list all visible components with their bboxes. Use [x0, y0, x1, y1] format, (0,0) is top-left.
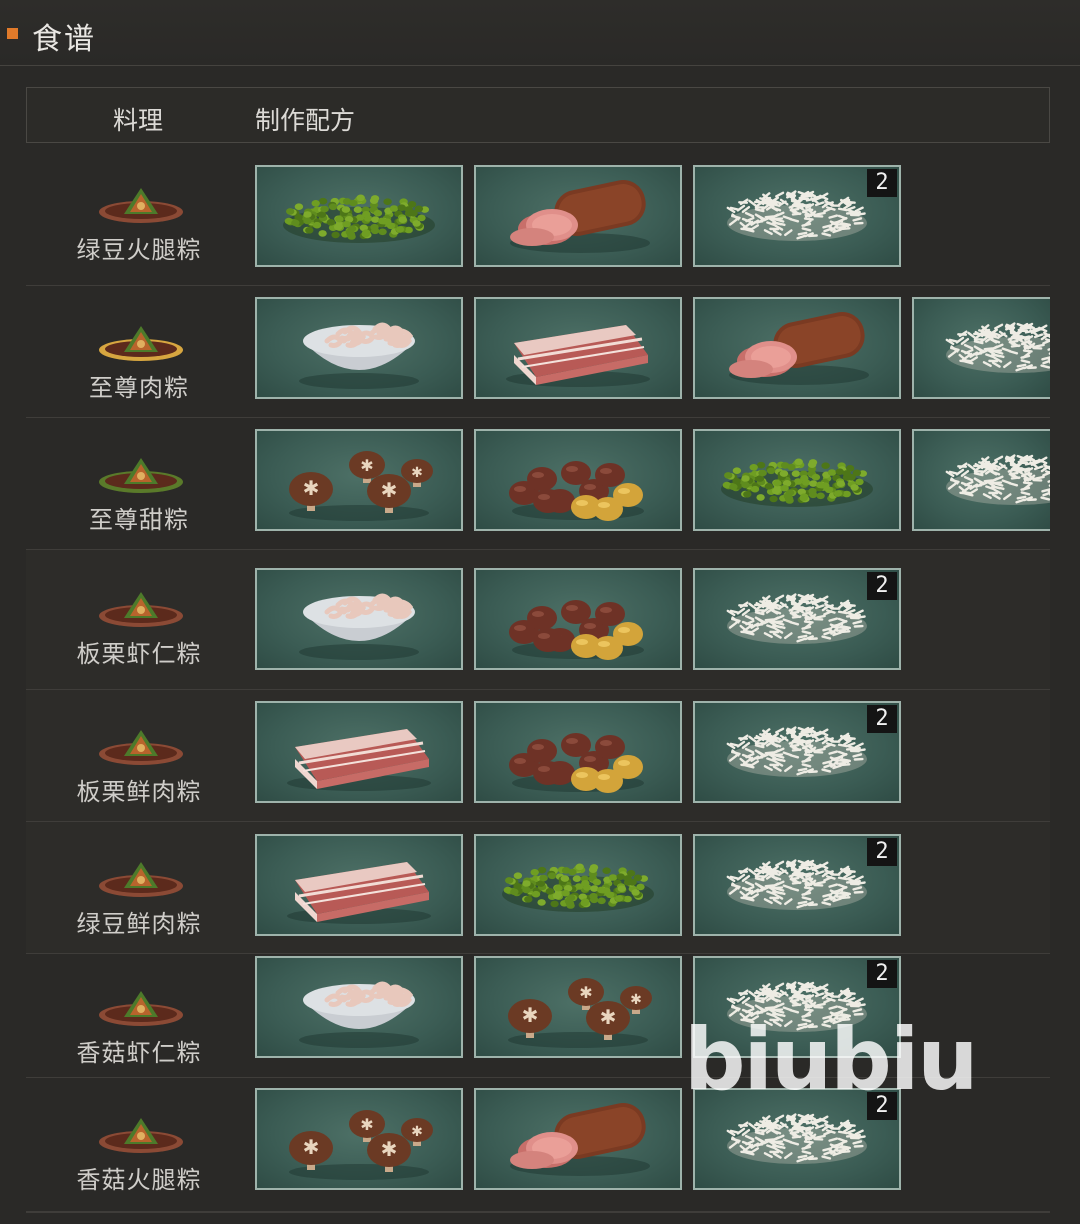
- mung-bean-icon: [257, 167, 461, 265]
- ingredient-slot[interactable]: 2: [693, 701, 901, 803]
- svg-text:✱: ✱: [303, 476, 320, 500]
- ingredient-slot[interactable]: 2: [693, 568, 901, 670]
- dish-name: 板栗虾仁粽: [76, 640, 202, 668]
- ingredient-slot[interactable]: [255, 701, 463, 803]
- dish-cell: 绿豆鲜肉粽: [26, 822, 252, 953]
- ingredient-slot[interactable]: [474, 297, 682, 399]
- zongzi-dish-icon: [98, 588, 184, 628]
- title-accent-mark: [7, 28, 18, 39]
- ingredient-slot[interactable]: ✱ ✱ ✱ ✱: [255, 429, 463, 531]
- column-header-dish: 料理: [113, 106, 164, 135]
- top-bar: 食谱: [0, 0, 1080, 66]
- zongzi-dish-icon: [98, 454, 184, 494]
- zongzi-dish-icon: [98, 858, 184, 898]
- svg-text:✱: ✱: [360, 456, 373, 475]
- dish-cell: 香菇虾仁粽: [26, 954, 252, 1077]
- ingredient-slot[interactable]: [693, 297, 901, 399]
- rice-icon: [914, 431, 1050, 529]
- shrimp-bowl-icon: [257, 958, 461, 1056]
- ingredient-slot[interactable]: 2: [693, 834, 901, 936]
- dish-name: 绿豆鲜肉粽: [76, 910, 202, 938]
- ingredient-slot[interactable]: [912, 429, 1050, 531]
- quantity-badge: 2: [867, 838, 897, 866]
- svg-text:✱: ✱: [381, 1137, 398, 1161]
- ingredient-slot[interactable]: [474, 165, 682, 267]
- svg-text:✱: ✱: [411, 1124, 423, 1140]
- ham-icon: [476, 167, 680, 265]
- recipe-row: 绿豆鲜肉粽 2: [26, 822, 1050, 954]
- ham-icon: [695, 299, 899, 397]
- svg-text:✱: ✱: [579, 983, 592, 1002]
- svg-text:✱: ✱: [303, 1135, 320, 1159]
- dish-cell: 至尊肉粽: [26, 286, 252, 417]
- svg-text:✱: ✱: [600, 1005, 617, 1029]
- watermark: biubiu: [684, 1010, 979, 1110]
- zongzi-dish-icon: [98, 322, 184, 362]
- chestnut-icon: [476, 570, 680, 668]
- ingredient-slot[interactable]: [255, 568, 463, 670]
- dish-name: 香菇火腿粽: [76, 1166, 202, 1194]
- quantity-badge: 2: [867, 705, 897, 733]
- dish-cell: 香菇火腿粽: [26, 1078, 252, 1211]
- dish-cell: 绿豆火腿粽: [26, 146, 252, 285]
- chestnut-icon: [476, 431, 680, 529]
- ingredient-slot[interactable]: [255, 834, 463, 936]
- ingredient-slot[interactable]: [255, 165, 463, 267]
- rice-icon: [914, 299, 1050, 397]
- dish-name: 香菇虾仁粽: [76, 1039, 202, 1067]
- ingredient-slot[interactable]: ✱ ✱ ✱ ✱: [474, 956, 682, 1058]
- mung-bean-icon: [476, 836, 680, 934]
- zongzi-dish-icon: [98, 1114, 184, 1154]
- dish-name: 至尊甜粽: [89, 506, 189, 534]
- ingredient-slot[interactable]: [693, 429, 901, 531]
- dish-name: 至尊肉粽: [89, 374, 189, 402]
- ingredient-slot[interactable]: ✱ ✱ ✱ ✱: [255, 1088, 463, 1190]
- column-header-recipe: 制作配方: [255, 106, 356, 135]
- table-header: 料理 制作配方: [26, 87, 1050, 143]
- svg-text:✱: ✱: [360, 1115, 373, 1134]
- shiitake-icon: ✱ ✱ ✱ ✱: [257, 1090, 461, 1188]
- chestnut-icon: [476, 703, 680, 801]
- shrimp-bowl-icon: [257, 570, 461, 668]
- quantity-badge: 2: [867, 960, 897, 988]
- ingredient-slot[interactable]: [474, 568, 682, 670]
- ingredient-slot[interactable]: [474, 1088, 682, 1190]
- svg-text:✱: ✱: [411, 465, 423, 481]
- recipe-row: 板栗鲜肉粽 2: [26, 690, 1050, 822]
- dish-cell: 板栗虾仁粽: [26, 550, 252, 689]
- shiitake-icon: ✱ ✱ ✱ ✱: [257, 431, 461, 529]
- quantity-badge: 2: [867, 169, 897, 197]
- pork-belly-icon: [476, 299, 680, 397]
- ingredient-slot[interactable]: [474, 701, 682, 803]
- recipe-row: 板栗虾仁粽 2: [26, 550, 1050, 690]
- ingredient-slot[interactable]: [474, 429, 682, 531]
- dish-cell: 板栗鲜肉粽: [26, 690, 252, 821]
- pork-belly-icon: [257, 836, 461, 934]
- svg-text:✱: ✱: [522, 1003, 539, 1027]
- dish-cell: 至尊甜粽: [26, 418, 252, 549]
- shrimp-bowl-icon: [257, 299, 461, 397]
- pork-belly-icon: [257, 703, 461, 801]
- mung-bean-icon: [695, 431, 899, 529]
- zongzi-dish-icon: [98, 987, 184, 1027]
- zongzi-dish-icon: [98, 726, 184, 766]
- svg-text:✱: ✱: [630, 992, 642, 1008]
- dish-name: 绿豆火腿粽: [76, 236, 202, 264]
- zongzi-dish-icon: [98, 184, 184, 224]
- shiitake-icon: ✱ ✱ ✱ ✱: [476, 958, 680, 1056]
- dish-name: 板栗鲜肉粽: [76, 778, 202, 806]
- ingredient-slot[interactable]: [255, 297, 463, 399]
- ingredient-slot[interactable]: [255, 956, 463, 1058]
- table-bottom-divider: [26, 1212, 1050, 1213]
- recipe-row: 至尊肉粽: [26, 286, 1050, 418]
- page-title: 食谱: [32, 22, 96, 57]
- quantity-badge: 2: [867, 572, 897, 600]
- recipe-row: 至尊甜粽 ✱ ✱ ✱ ✱: [26, 418, 1050, 550]
- ingredient-slot[interactable]: 2: [693, 165, 901, 267]
- ham-icon: [476, 1090, 680, 1188]
- ingredient-slot[interactable]: [474, 834, 682, 936]
- recipe-row: 绿豆火腿粽 2: [26, 146, 1050, 286]
- svg-text:✱: ✱: [381, 478, 398, 502]
- ingredient-slot[interactable]: [912, 297, 1050, 399]
